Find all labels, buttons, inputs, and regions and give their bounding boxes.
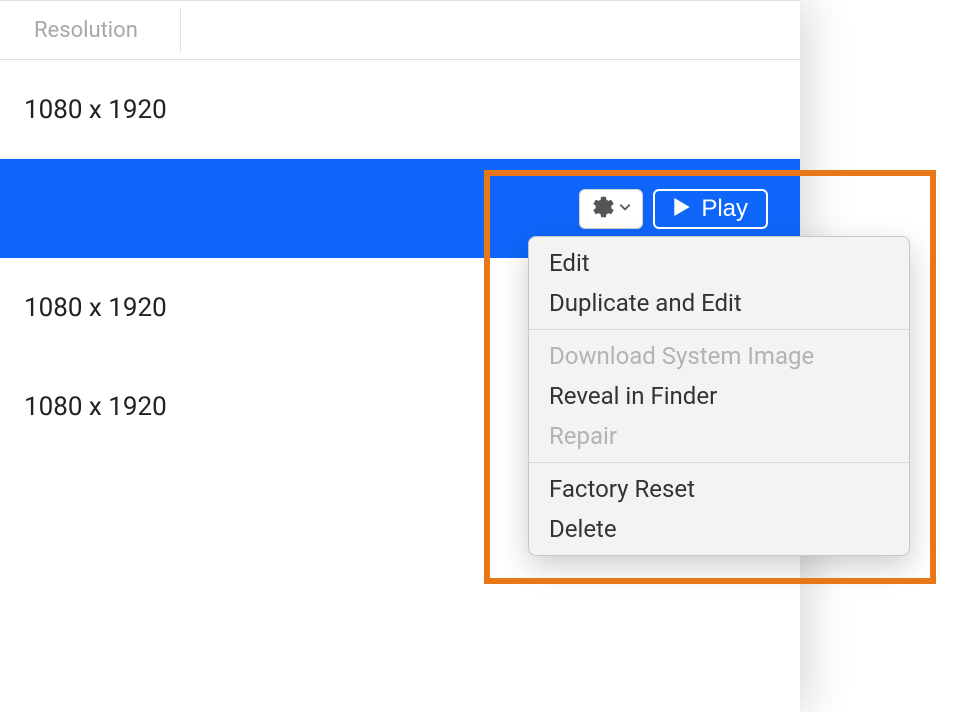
menu-item-reveal-in-finder[interactable]: Reveal in Finder: [529, 376, 909, 416]
menu-item-duplicate-edit[interactable]: Duplicate and Edit: [529, 283, 909, 323]
gear-icon: [590, 195, 614, 222]
resolution-value: 1080 x 1920: [24, 293, 167, 323]
menu-item-delete[interactable]: Delete: [529, 509, 909, 549]
play-icon: [673, 195, 691, 223]
header-divider: [180, 8, 181, 52]
menu-item-edit[interactable]: Edit: [529, 243, 909, 283]
settings-dropdown-button[interactable]: [579, 189, 643, 229]
settings-dropdown-menu: Edit Duplicate and Edit Download System …: [528, 236, 910, 556]
menu-section: Download System Image Reveal in Finder R…: [529, 329, 909, 462]
menu-section: Factory Reset Delete: [529, 462, 909, 555]
table-row[interactable]: 1080 x 1920: [0, 60, 800, 159]
chevron-down-icon: [618, 200, 632, 217]
menu-item-factory-reset[interactable]: Factory Reset: [529, 469, 909, 509]
play-button-label: Play: [701, 195, 748, 223]
menu-item-download-system-image: Download System Image: [529, 336, 909, 376]
row-actions: Play: [579, 189, 768, 229]
column-header-label: Resolution: [34, 18, 138, 43]
resolution-value: 1080 x 1920: [24, 392, 167, 422]
resolution-value: 1080 x 1920: [24, 95, 167, 125]
play-button[interactable]: Play: [653, 189, 768, 229]
menu-section: Edit Duplicate and Edit: [529, 237, 909, 329]
menu-item-repair: Repair: [529, 416, 909, 456]
column-header: Resolution: [0, 0, 800, 60]
